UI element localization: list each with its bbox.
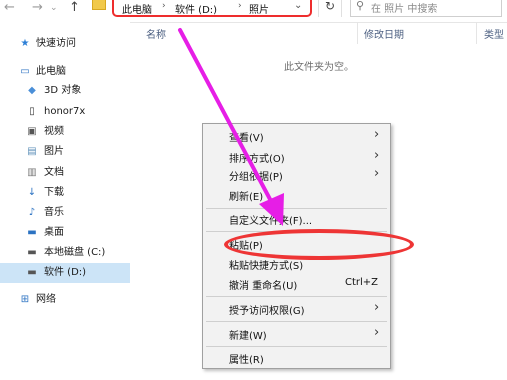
annotation-overlay: [178, 28, 284, 226]
annotation-arrow-shaft: [178, 28, 274, 205]
